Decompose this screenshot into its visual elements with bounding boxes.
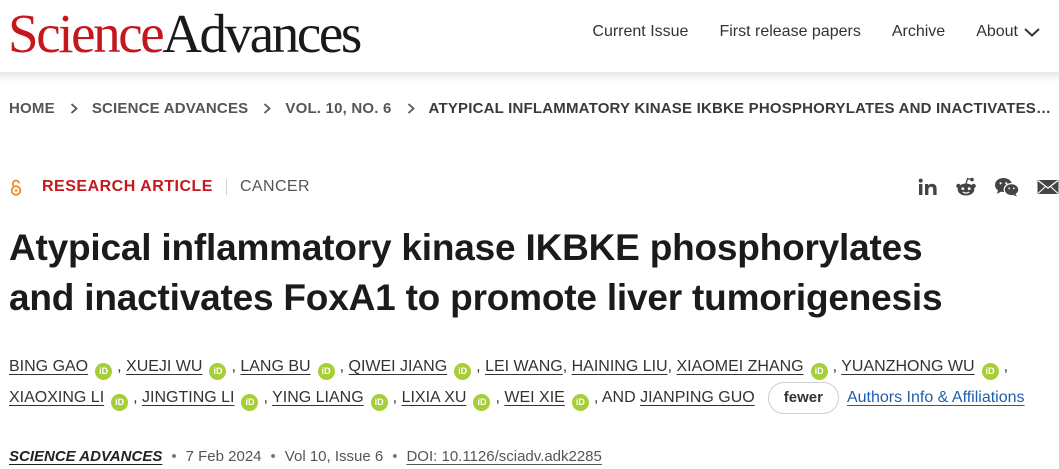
article-title: Atypical inflammatory kinase IKBKE phosp… <box>9 223 1049 323</box>
article-meta-row: RESEARCH ARTICLE CANCER <box>10 177 310 197</box>
author-name-link[interactable]: XIAOMEI ZHANG <box>677 358 804 375</box>
divider <box>225 179 227 195</box>
authors-info-affiliations-link[interactable]: Authors Info & Affiliations <box>847 389 1025 406</box>
site-header: ScienceAdvances Current Issue First rele… <box>0 0 1059 72</box>
orcid-icon[interactable]: iD <box>370 394 388 412</box>
orcid-icon[interactable]: iD <box>454 363 472 380</box>
author-name-link[interactable]: LEI WANG <box>485 358 563 375</box>
orcid-icon[interactable]: iD <box>95 363 113 380</box>
author-item: BING GAO iD <box>9 358 117 380</box>
author-name-link[interactable]: JIANPING GUO <box>640 389 755 406</box>
journal-name-link[interactable]: SCIENCE ADVANCES <box>9 448 162 465</box>
orcid-icon[interactable]: iD <box>241 394 259 412</box>
orcid-icon[interactable]: iD <box>473 394 491 412</box>
author-item: XIAOXING LI iD <box>9 389 133 412</box>
publication-date: 7 Feb 2024 <box>185 447 262 465</box>
breadcrumb-current-article: ATYPICAL INFLAMMATORY KINASE IKBKE PHOSP… <box>428 99 1052 117</box>
separator-dot: • <box>392 447 398 465</box>
author-name-link[interactable]: WEI XIE <box>504 389 564 406</box>
open-access-icon <box>10 179 22 196</box>
header-divider <box>0 72 1059 82</box>
author-name-link[interactable]: JINGTING LI <box>142 389 234 406</box>
wechat-icon[interactable] <box>994 177 1020 197</box>
author-name-link[interactable]: BING GAO <box>9 358 88 375</box>
doi-link[interactable]: DOI: 10.1126/sciadv.adk2285 <box>406 448 601 465</box>
author-name-link[interactable]: QIWEI JIANG <box>349 358 448 375</box>
author-separator: , <box>1003 358 1009 375</box>
author-item: JINGTING LI iD <box>142 389 263 412</box>
author-item: HAINING LIU <box>572 358 668 375</box>
article-subject-label[interactable]: CANCER <box>240 178 310 196</box>
author-name-link[interactable]: HAINING LIU <box>572 358 668 375</box>
author-item: LEI WANG <box>485 358 563 375</box>
chevron-right-icon <box>407 102 415 114</box>
article-type-label: RESEARCH ARTICLE <box>42 178 213 195</box>
author-name-link[interactable]: XUEJI WU <box>126 358 202 375</box>
author-item: LIXIA XU iD <box>402 389 496 412</box>
author-name-link[interactable]: YUANZHONG WU <box>841 358 974 375</box>
author-separator: , <box>263 389 273 407</box>
volume-issue: Vol 10, Issue 6 <box>284 447 384 465</box>
chevron-right-icon <box>264 102 272 114</box>
author-item: QIWEI JIANG iD <box>349 358 477 380</box>
nav-current-issue[interactable]: Current Issue <box>592 23 688 41</box>
author-item: JIANPING GUO <box>640 389 755 406</box>
nav-label: Current Issue <box>592 23 689 40</box>
title-line-2: and inactivates FoxA1 to promote liver t… <box>9 277 943 318</box>
orcid-icon[interactable]: iD <box>981 363 999 380</box>
author-separator: , <box>117 358 127 375</box>
author-name-link[interactable]: YING LIANG <box>272 389 364 406</box>
nav-first-release-papers[interactable]: First release papers <box>719 23 860 41</box>
author-name-link[interactable]: LIXIA XU <box>402 389 467 406</box>
nav-about[interactable]: About <box>976 23 1041 41</box>
breadcrumb-home[interactable]: HOME <box>9 100 55 117</box>
author-separator: , <box>339 358 349 375</box>
orcid-icon[interactable]: iD <box>317 363 335 380</box>
author-separator: , <box>562 358 572 375</box>
logo-science-text: Science <box>8 3 165 64</box>
author-name-link[interactable]: XIAOXING LI <box>9 389 104 406</box>
author-separator: , <box>832 358 842 375</box>
author-list: BING GAO iD, XUEJI WU iD, LANG BU iD, QIWEI… <box>9 352 1055 414</box>
author-item: LANG BU iD <box>240 358 339 380</box>
top-navigation: Current Issue First release papers Archi… <box>561 20 1041 44</box>
author-item: WEI XIE iD <box>504 389 593 412</box>
author-separator: , <box>476 358 486 375</box>
author-name-link[interactable]: LANG BU <box>240 358 310 375</box>
orcid-icon[interactable]: iD <box>209 363 227 380</box>
chevron-right-icon <box>70 102 78 114</box>
author-separator: , <box>667 358 677 375</box>
breadcrumb: HOME SCIENCE ADVANCES VOL. 10, NO. 6 ATY… <box>9 99 1051 117</box>
chevron-down-icon <box>1024 28 1040 37</box>
orcid-icon[interactable]: iD <box>571 394 589 412</box>
author-separator: , <box>392 389 402 407</box>
separator-dot: • <box>171 447 177 465</box>
reddit-icon[interactable] <box>955 177 977 197</box>
author-item: XIAOMEI ZHANG iD <box>677 358 833 380</box>
title-line-1: Atypical inflammatory kinase IKBKE phosp… <box>9 227 923 268</box>
nav-archive[interactable]: Archive <box>892 23 945 41</box>
author-item: XUEJI WU iD <box>126 358 231 380</box>
orcid-icon[interactable]: iD <box>111 394 129 412</box>
fewer-authors-button[interactable]: fewer <box>767 382 839 414</box>
linkedin-icon[interactable] <box>918 178 938 196</box>
logo-advances-text: Advances <box>162 3 362 64</box>
author-conjunction: , AND <box>593 389 641 407</box>
separator-dot: • <box>270 447 276 465</box>
orcid-icon[interactable]: iD <box>810 363 828 380</box>
breadcrumb-journal[interactable]: SCIENCE ADVANCES <box>92 100 249 117</box>
breadcrumb-issue[interactable]: VOL. 10, NO. 6 <box>285 100 391 117</box>
nav-label: About <box>976 23 1018 40</box>
author-separator: , <box>133 389 143 407</box>
author-item: YUANZHONG WU iD <box>841 358 1003 380</box>
share-toolbar <box>901 176 1059 198</box>
journal-logo[interactable]: ScienceAdvances <box>8 3 362 64</box>
nav-label: First release papers <box>719 23 861 40</box>
email-icon[interactable] <box>1037 179 1059 195</box>
citation-line: SCIENCE ADVANCES • 7 Feb 2024 • Vol 10, … <box>9 446 602 466</box>
author-item: YING LIANG iD <box>272 389 393 412</box>
nav-label: Archive <box>891 23 946 40</box>
